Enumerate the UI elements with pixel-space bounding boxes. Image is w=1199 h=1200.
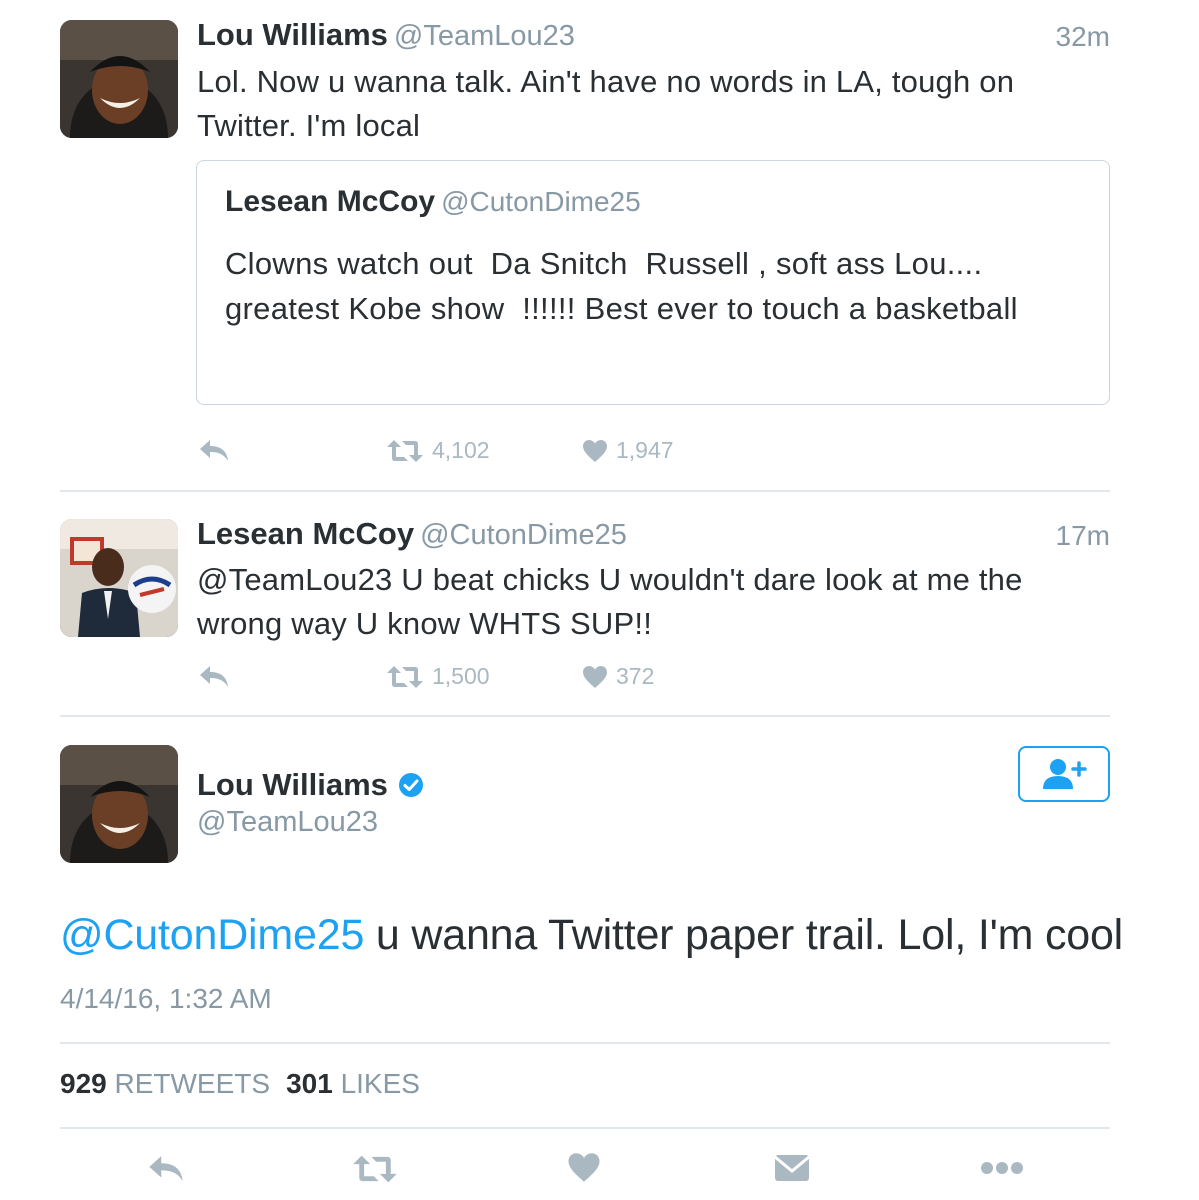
more-options-button[interactable] xyxy=(980,1160,1024,1181)
main-tweet-body: u wanna Twitter paper trail. Lol, I'm co… xyxy=(364,911,1124,959)
quoted-author: Lesean McCoy @CutonDime25 xyxy=(225,185,641,219)
engagement-stats: 929 RETWEETS 301 LIKES xyxy=(60,1068,420,1100)
avatar-main-author[interactable] xyxy=(60,745,178,863)
tweet2-like-button[interactable]: 372 xyxy=(582,663,654,690)
likes-stat[interactable]: 301 LIKES xyxy=(286,1068,420,1099)
reply-icon xyxy=(149,1156,183,1182)
tweet2-retweet-count: 1,500 xyxy=(432,663,490,689)
main-author-handle[interactable]: @TeamLou23 xyxy=(197,806,378,839)
quoted-author-name: Lesean McCoy xyxy=(225,185,436,218)
retweets-stat[interactable]: 929 RETWEETS xyxy=(60,1068,270,1099)
quoted-text: Clowns watch out Da Snitch Russell , sof… xyxy=(225,246,1018,326)
tweet2-author-name[interactable]: Lesean McCoy xyxy=(197,516,414,551)
divider xyxy=(60,715,1110,717)
mention-link[interactable]: @CutonDime25 xyxy=(60,911,364,959)
tweet1-like-button[interactable]: 1,947 xyxy=(582,437,674,464)
reply-icon xyxy=(200,666,228,687)
direct-message-button[interactable] xyxy=(774,1153,810,1188)
tweet1-time: 32m xyxy=(1055,21,1110,52)
follow-button[interactable] xyxy=(1018,746,1110,802)
avatar-lesean-mccoy[interactable] xyxy=(60,519,178,637)
tweet2-reply-button[interactable] xyxy=(198,663,230,689)
likes-label: LIKES xyxy=(340,1068,420,1099)
tweet1-author[interactable]: Lou Williams @TeamLou23 xyxy=(197,17,575,53)
tweet2-author-handle[interactable]: @CutonDime25 xyxy=(420,519,627,551)
retweets-count: 929 xyxy=(60,1068,107,1099)
retweet-icon xyxy=(387,665,423,688)
tweet1-author-name[interactable]: Lou Williams xyxy=(197,17,388,52)
reply-icon xyxy=(200,440,228,461)
heart-icon xyxy=(583,665,607,688)
tweet2-retweet-button[interactable]: 1,500 xyxy=(386,663,490,690)
tweet2-time: 17m xyxy=(1055,520,1110,551)
tweet1-retweet-count: 4,102 xyxy=(432,437,490,463)
tweet-timestamp[interactable]: 4/14/16, 1:32 AM xyxy=(60,983,272,1015)
follow-user-icon xyxy=(1043,759,1087,789)
quoted-author-handle: @CutonDime25 xyxy=(441,186,641,217)
tweet1-like-count: 1,947 xyxy=(616,437,674,463)
main-author-name-text[interactable]: Lou Williams xyxy=(197,767,388,803)
reply-button[interactable] xyxy=(147,1152,185,1189)
retweet-icon xyxy=(353,1155,397,1183)
envelope-icon xyxy=(774,1155,810,1181)
tweet2-text: @TeamLou23 U beat chicks U wouldn't dare… xyxy=(197,562,1023,641)
tweet1-author-handle[interactable]: @TeamLou23 xyxy=(394,20,575,52)
tweet1-text: Lol. Now u wanna talk. Ain't have no wor… xyxy=(197,64,1015,143)
main-author-name[interactable]: Lou Williams xyxy=(197,767,424,803)
main-tweet-text: @CutonDime25 u wanna Twitter paper trail… xyxy=(60,909,1123,961)
like-button[interactable] xyxy=(567,1152,601,1188)
retweet-button[interactable] xyxy=(352,1153,398,1190)
divider xyxy=(60,490,1110,492)
tweet1-reply-button[interactable] xyxy=(198,437,230,463)
quoted-tweet[interactable]: Lesean McCoy @CutonDime25 Clowns watch ou… xyxy=(196,160,1110,405)
heart-icon xyxy=(583,439,607,462)
tweet1-retweet-button[interactable]: 4,102 xyxy=(386,437,490,464)
divider xyxy=(60,1042,1110,1044)
more-dots-icon xyxy=(981,1162,1023,1174)
retweet-icon xyxy=(387,439,423,462)
heart-icon xyxy=(568,1153,600,1182)
tweet2-author[interactable]: Lesean McCoy @CutonDime25 xyxy=(197,516,627,552)
avatar-lou-williams[interactable] xyxy=(60,20,178,138)
divider xyxy=(60,1127,1110,1129)
likes-count: 301 xyxy=(286,1068,333,1099)
verified-badge-icon xyxy=(398,773,423,797)
retweets-label: RETWEETS xyxy=(114,1068,271,1099)
tweet2-like-count: 372 xyxy=(616,663,655,689)
